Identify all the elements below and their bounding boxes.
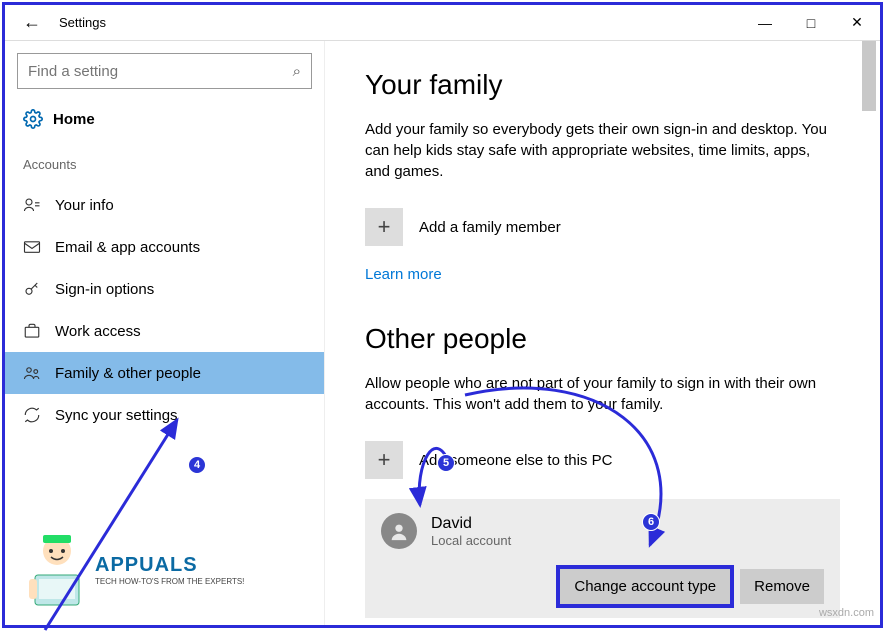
search-box[interactable]: ⌕: [17, 53, 312, 89]
search-input[interactable]: [28, 63, 274, 80]
category-label: Accounts: [5, 143, 324, 184]
avatar-icon: [381, 513, 417, 549]
gear-icon: [23, 109, 43, 129]
remove-button[interactable]: Remove: [740, 569, 824, 604]
add-family-row[interactable]: + Add a family member: [365, 208, 840, 246]
user-row[interactable]: David Local account Change account type …: [365, 499, 840, 618]
back-icon[interactable]: ←: [23, 12, 41, 33]
plus-icon[interactable]: +: [365, 441, 403, 479]
sidebar-item-signin[interactable]: Sign-in options: [5, 268, 324, 310]
mascot-icon: [25, 527, 89, 613]
annotation-badge-6: 6: [642, 513, 660, 531]
annotation-badge-5: 5: [437, 454, 455, 472]
add-family-label: Add a family member: [419, 219, 561, 236]
sync-icon: [23, 406, 41, 424]
user-account-type: Local account: [431, 533, 511, 548]
change-account-type-button[interactable]: Change account type: [560, 569, 730, 604]
plus-icon[interactable]: +: [365, 208, 403, 246]
sidebar-item-email[interactable]: Email & app accounts: [5, 226, 324, 268]
sidebar-item-family[interactable]: Family & other people: [5, 352, 324, 394]
brand-tagline: TECH HOW-TO'S FROM THE EXPERTS!: [95, 577, 244, 586]
other-heading: Other people: [365, 323, 840, 355]
sidebar-item-label: Work access: [55, 323, 141, 340]
minimize-button[interactable]: —: [742, 5, 788, 41]
scrollbar[interactable]: [862, 41, 876, 111]
person-icon: [23, 196, 41, 214]
window-title: Settings: [59, 15, 106, 30]
home-link[interactable]: Home: [5, 103, 324, 143]
learn-more-link[interactable]: Learn more: [365, 266, 442, 283]
main-content: Your family Add your family so everybody…: [325, 41, 880, 625]
other-description: Allow people who are not part of your fa…: [365, 373, 835, 415]
sidebar-item-work[interactable]: Work access: [5, 310, 324, 352]
close-button[interactable]: ✕: [834, 5, 880, 41]
watermark: wsxdn.com: [819, 607, 874, 619]
people-icon: [23, 364, 41, 382]
sidebar-item-label: Sign-in options: [55, 281, 154, 298]
sidebar-item-label: Sync your settings: [55, 407, 178, 424]
briefcase-icon: [23, 322, 41, 340]
home-label: Home: [53, 111, 95, 128]
family-heading: Your family: [365, 69, 840, 101]
sidebar-item-label: Email & app accounts: [55, 239, 200, 256]
sidebar-item-label: Your info: [55, 197, 114, 214]
family-description: Add your family so everybody gets their …: [365, 119, 835, 182]
search-icon: ⌕: [293, 63, 301, 80]
sidebar-item-label: Family & other people: [55, 365, 201, 382]
brand-name: APPUALS: [95, 554, 244, 577]
sidebar-item-your-info[interactable]: Your info: [5, 184, 324, 226]
sidebar-item-sync[interactable]: Sync your settings: [5, 394, 324, 436]
appuals-branding: APPUALS TECH HOW-TO'S FROM THE EXPERTS!: [25, 527, 244, 613]
maximize-button[interactable]: □: [788, 5, 834, 41]
titlebar: ← Settings — □ ✕: [5, 5, 880, 41]
user-name: David: [431, 515, 511, 533]
mail-icon: [23, 238, 41, 256]
annotation-badge-4: 4: [188, 456, 206, 474]
key-icon: [23, 280, 41, 298]
